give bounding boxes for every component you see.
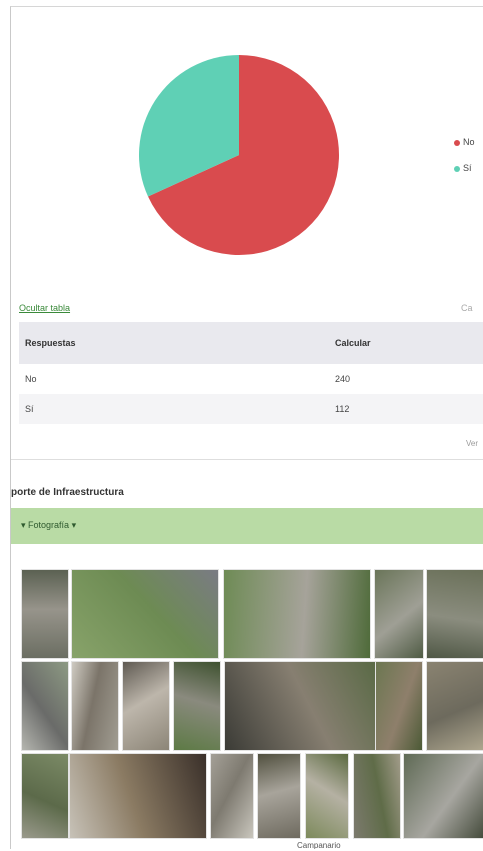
section-title: porte de Infraestructura — [11, 487, 124, 498]
gallery-photo-15[interactable] — [210, 753, 254, 839]
legend-label-no: No — [463, 137, 475, 147]
photo-section-label: Fotografía — [28, 520, 70, 530]
see-more-link[interactable]: Ver — [466, 439, 478, 448]
cell-count: 112 — [329, 394, 483, 424]
gallery-photo-12[interactable] — [426, 661, 483, 751]
table-row: Sí 112 — [19, 394, 483, 424]
gallery-photo-04[interactable] — [374, 569, 424, 659]
table-header-row: Respuestas Calcular — [19, 322, 483, 364]
section-divider — [11, 459, 483, 460]
truncated-right-label: Ca — [461, 303, 473, 313]
dashboard-panel: No Sí Ocultar tabla Ca Respuestas Calcul… — [10, 6, 483, 849]
gallery-photo-16[interactable] — [257, 753, 301, 839]
gallery-photo-03[interactable] — [223, 569, 371, 659]
gallery-photo-11[interactable] — [375, 661, 423, 751]
header-count[interactable]: Calcular — [329, 322, 483, 364]
gallery-photo-06[interactable] — [21, 661, 69, 751]
cell-answer: Sí — [19, 394, 329, 424]
gallery-photo-10[interactable] — [224, 661, 376, 751]
gallery-photo-08[interactable] — [122, 661, 170, 751]
photo-section-header[interactable]: ▾ Fotografía ▾ — [11, 508, 483, 544]
legend-item-no[interactable]: No — [454, 137, 475, 147]
legend-item-si[interactable]: Sí — [454, 163, 472, 173]
responses-table: Respuestas Calcular No 240 Sí 112 — [19, 322, 483, 424]
legend-dot-no — [454, 139, 460, 146]
gallery-photo-18[interactable] — [353, 753, 401, 839]
gallery-photo-01[interactable] — [21, 569, 69, 659]
gallery-photo-17[interactable] — [305, 753, 349, 839]
legend-dot-si — [454, 165, 460, 172]
gallery-photo-09[interactable] — [173, 661, 221, 751]
gallery-photo-05[interactable] — [426, 569, 483, 659]
gallery-photo-02[interactable] — [71, 569, 219, 659]
pie-chart — [139, 55, 340, 256]
cell-answer: No — [19, 364, 329, 394]
table-row: No 240 — [19, 364, 483, 394]
gallery-photo-07[interactable] — [71, 661, 119, 751]
hide-table-link[interactable]: Ocultar tabla — [19, 303, 70, 313]
cell-count: 240 — [329, 364, 483, 394]
photo-section-toggle[interactable]: ▾ Fotografía ▾ — [21, 520, 76, 531]
legend-label-si: Sí — [463, 163, 472, 173]
gallery-photo-13[interactable] — [21, 753, 69, 839]
gallery-photo-19[interactable] — [403, 753, 483, 839]
photo-caption: Campanario — [297, 841, 341, 849]
gallery-photo-14[interactable] — [69, 753, 207, 839]
header-responses[interactable]: Respuestas — [19, 322, 329, 364]
